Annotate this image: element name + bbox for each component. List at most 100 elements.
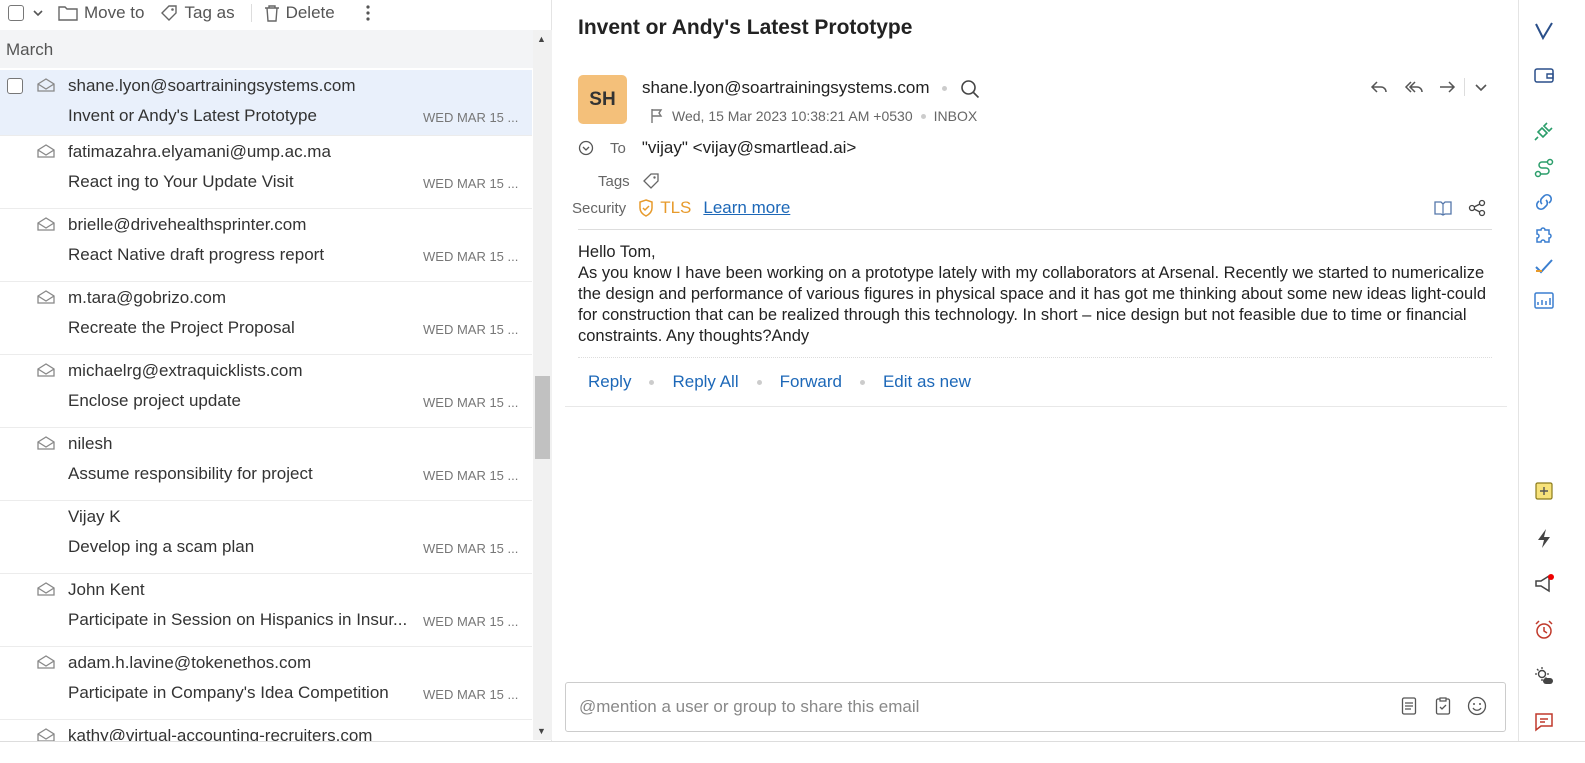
reading-mode-icon[interactable] (1434, 200, 1452, 216)
move-to-button[interactable]: Move to (58, 3, 144, 23)
more-options-button[interactable] (365, 4, 371, 22)
puzzle-icon[interactable] (1533, 223, 1555, 245)
scrollbar-thumb[interactable] (535, 376, 550, 459)
security-label: Security (572, 199, 627, 217)
lightning-icon[interactable] (1533, 527, 1555, 549)
select-dropdown[interactable] (32, 7, 44, 19)
email-row[interactable]: fatimazahra.elyamani@ump.ac.ma React ing… (0, 136, 532, 209)
forward-icon[interactable] (1438, 78, 1456, 96)
forward-link[interactable]: Forward (780, 372, 842, 392)
separator-dot (859, 379, 865, 385)
checkmark-icon[interactable] (1533, 255, 1555, 277)
learn-more-link[interactable]: Learn more (703, 198, 790, 218)
email-date: WED MAR 15 ... (423, 614, 519, 629)
email-row[interactable]: michaelrg@extraquicklists.com Enclose pr… (0, 355, 532, 428)
message-folder[interactable]: INBOX (934, 108, 978, 124)
email-row[interactable]: shane.lyon@soartrainingsystems.com Inven… (0, 70, 532, 136)
tag-icon[interactable] (642, 172, 660, 190)
reply-icon[interactable] (1370, 78, 1388, 96)
reply-link[interactable]: Reply (588, 372, 631, 392)
envelope-open-icon (37, 290, 55, 304)
scroll-up-arrow-icon[interactable]: ▲ (537, 34, 546, 44)
envelope-open-icon (37, 655, 55, 669)
chevron-down-icon[interactable] (1473, 79, 1489, 95)
email-from: adam.h.lavine@tokenethos.com (68, 653, 312, 672)
flag-icon[interactable] (650, 108, 664, 124)
envelope-open-icon (37, 363, 55, 377)
envelope-open-icon (37, 144, 55, 158)
security-row: Security TLS Learn more (572, 198, 790, 218)
kebab-menu-icon (366, 4, 370, 21)
sticky-note-icon[interactable] (1533, 480, 1555, 502)
message-body: Hello Tom, As you know I have been worki… (578, 242, 1494, 347)
expand-circle-icon[interactable] (578, 140, 594, 156)
email-row[interactable]: m.tara@gobrizo.com Recreate the Project … (0, 282, 532, 355)
avatar: SH (578, 75, 627, 124)
search-icon[interactable] (960, 79, 980, 99)
reply-actions: Reply Reply All Forward Edit as new (588, 372, 971, 392)
vault-logo-icon[interactable] (1533, 20, 1555, 42)
separator-dot (920, 113, 926, 119)
separator-dot (649, 379, 655, 385)
email-from: brielle@drivehealthsprinter.com (68, 215, 307, 234)
list-toolbar: Move to Tag as Delete (0, 0, 552, 25)
email-subject: Invent or Andy's Latest Prototype (68, 106, 317, 125)
delete-button[interactable]: Delete (264, 3, 335, 23)
separator-dot (756, 379, 762, 385)
row-checkbox[interactable] (7, 78, 23, 94)
email-row[interactable]: nilesh Assume responsibility for project… (0, 428, 532, 501)
message-date: Wed, 15 Mar 2023 10:38:21 AM +0530 (672, 108, 913, 124)
right-app-rail (1518, 0, 1568, 750)
wallet-icon[interactable] (1533, 64, 1555, 86)
emoji-icon[interactable] (1467, 696, 1487, 716)
sender-address[interactable]: shane.lyon@soartrainingsystems.com (642, 78, 930, 97)
email-date: WED MAR 15 ... (423, 541, 519, 556)
select-all-checkbox[interactable] (8, 4, 24, 21)
chevron-down-icon (33, 9, 43, 16)
email-row[interactable]: brielle@drivehealthsprinter.com React Na… (0, 209, 532, 282)
toolbar-divider (250, 3, 252, 22)
email-date: WED MAR 15 ... (423, 468, 519, 483)
share-mention-input[interactable]: @mention a user or group to share this e… (565, 682, 1506, 732)
reply-all-link[interactable]: Reply All (672, 372, 738, 392)
body-divider (578, 357, 1492, 358)
tag-as-label: Tag as (184, 2, 235, 22)
analytics-icon[interactable] (1533, 289, 1555, 311)
edit-as-new-link[interactable]: Edit as new (883, 372, 971, 392)
email-date: WED MAR 15 ... (423, 322, 519, 337)
separator-dot (942, 86, 948, 92)
list-scrollbar[interactable]: ▲ ▼ (533, 30, 552, 740)
alarm-clock-icon[interactable] (1533, 619, 1555, 641)
email-date: WED MAR 15 ... (423, 687, 519, 702)
link-icon[interactable] (1533, 191, 1555, 213)
email-from: nilesh (68, 434, 113, 453)
share-icon[interactable] (1468, 199, 1486, 217)
mail-list-pane: Move to Tag as Delete March shane.lyon@s… (0, 0, 552, 763)
message-actions-toolbar (1370, 78, 1489, 96)
delete-label: Delete (285, 2, 335, 22)
message-title: Invent or Andy's Latest Prototype (578, 16, 913, 39)
announcement-icon[interactable] (1533, 573, 1555, 595)
notes-icon[interactable] (1401, 696, 1417, 716)
tags-label: Tags (598, 172, 630, 190)
tag-icon (161, 4, 178, 21)
email-row[interactable]: John Kent Participate in Session on Hisp… (0, 574, 532, 647)
share-placeholder: @mention a user or group to share this e… (579, 697, 920, 716)
plug-icon[interactable] (1533, 120, 1555, 142)
theme-toggle-icon[interactable] (1533, 665, 1555, 687)
email-subject: Recreate the Project Proposal (68, 318, 295, 337)
email-from: michaelrg@extraquicklists.com (68, 361, 303, 380)
reply-all-icon[interactable] (1404, 78, 1424, 96)
task-clipboard-icon[interactable] (1435, 696, 1451, 716)
envelope-open-icon (37, 436, 55, 450)
scroll-down-arrow-icon[interactable]: ▼ (537, 726, 546, 736)
tag-as-button[interactable]: Tag as (160, 2, 235, 23)
envelope-open-icon (37, 582, 55, 596)
route-icon[interactable] (1533, 157, 1555, 179)
email-row[interactable]: Vijay K Develop ing a scam plan WED MAR … (0, 501, 532, 574)
email-subject: Develop ing a scam plan (68, 537, 255, 556)
to-recipient[interactable]: "vijay" <vijay@smartlead.ai> (642, 138, 857, 158)
chat-icon[interactable] (1533, 711, 1555, 733)
email-row[interactable]: adam.h.lavine@tokenethos.com Participate… (0, 647, 532, 720)
tls-label: TLS (660, 198, 692, 217)
